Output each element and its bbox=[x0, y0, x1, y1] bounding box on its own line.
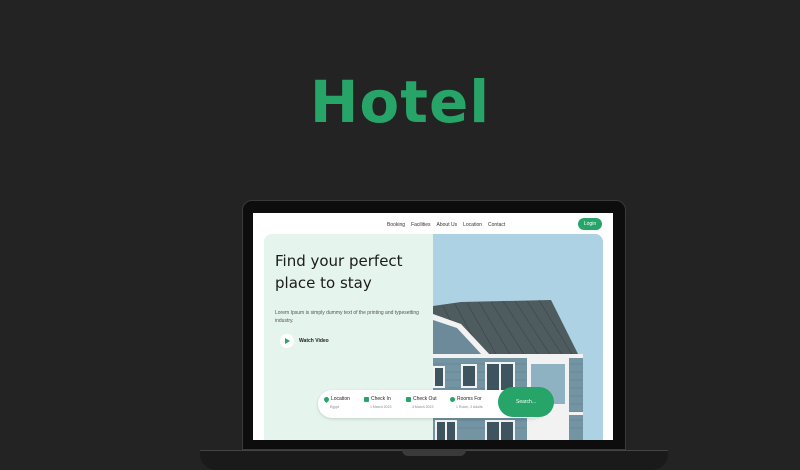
play-icon bbox=[280, 334, 294, 348]
laptop-notch bbox=[402, 450, 466, 456]
watch-video-label: Watch Video bbox=[299, 338, 329, 344]
user-icon bbox=[450, 396, 455, 402]
hero-subtext: Lorem Ipsum is simply dummy text of the … bbox=[275, 310, 419, 324]
nav-link-location[interactable]: Location bbox=[463, 221, 482, 229]
nav-link-about-us[interactable]: About Us bbox=[437, 221, 458, 229]
check-out-value: 3 March 2023 bbox=[412, 405, 434, 409]
watch-video-button[interactable]: Watch Video bbox=[280, 334, 329, 348]
rooms-label: Rooms For bbox=[457, 396, 482, 402]
hero-headline-line1: Find your perfect bbox=[275, 252, 403, 270]
location-pin-icon bbox=[322, 395, 331, 403]
check-in-label: Check In bbox=[371, 396, 391, 402]
hero-headline-line2: place to stay bbox=[275, 274, 372, 292]
page-title: Hotel bbox=[309, 68, 491, 136]
location-field[interactable]: Location Egypt bbox=[322, 395, 350, 409]
check-in-field[interactable]: Check In 1 March 2023 bbox=[364, 396, 391, 409]
calendar-icon bbox=[364, 396, 369, 402]
nav-links: Booking Facilities About Us Location Con… bbox=[387, 221, 505, 229]
location-label: Location bbox=[331, 396, 350, 402]
nav-link-booking[interactable]: Booking bbox=[387, 221, 405, 229]
check-out-label: Check Out bbox=[413, 396, 437, 402]
hero-section: Find your perfect place to stay Lorem Ip… bbox=[264, 234, 603, 440]
rooms-value: 1 Room, 2 Adults bbox=[456, 405, 483, 409]
login-button[interactable]: Login bbox=[578, 218, 602, 230]
search-button[interactable]: Search... bbox=[498, 387, 554, 417]
check-in-value: 1 March 2023 bbox=[370, 405, 392, 409]
laptop-screen: Booking Facilities About Us Location Con… bbox=[253, 213, 613, 440]
rooms-field[interactable]: Rooms For 1 Room, 2 Adults bbox=[450, 396, 483, 409]
location-value: Egypt bbox=[330, 405, 339, 409]
top-nav: Booking Facilities About Us Location Con… bbox=[253, 218, 613, 235]
calendar-icon bbox=[406, 396, 411, 402]
nav-link-facilities[interactable]: Facilities bbox=[411, 221, 430, 229]
booking-search-bar: Location Egypt Check In 1 March 2023 Che… bbox=[318, 387, 554, 418]
nav-link-contact[interactable]: Contact bbox=[488, 221, 505, 229]
check-out-field[interactable]: Check Out 3 March 2023 bbox=[406, 396, 437, 409]
hero-headline: Find your perfect place to stay bbox=[275, 250, 425, 294]
